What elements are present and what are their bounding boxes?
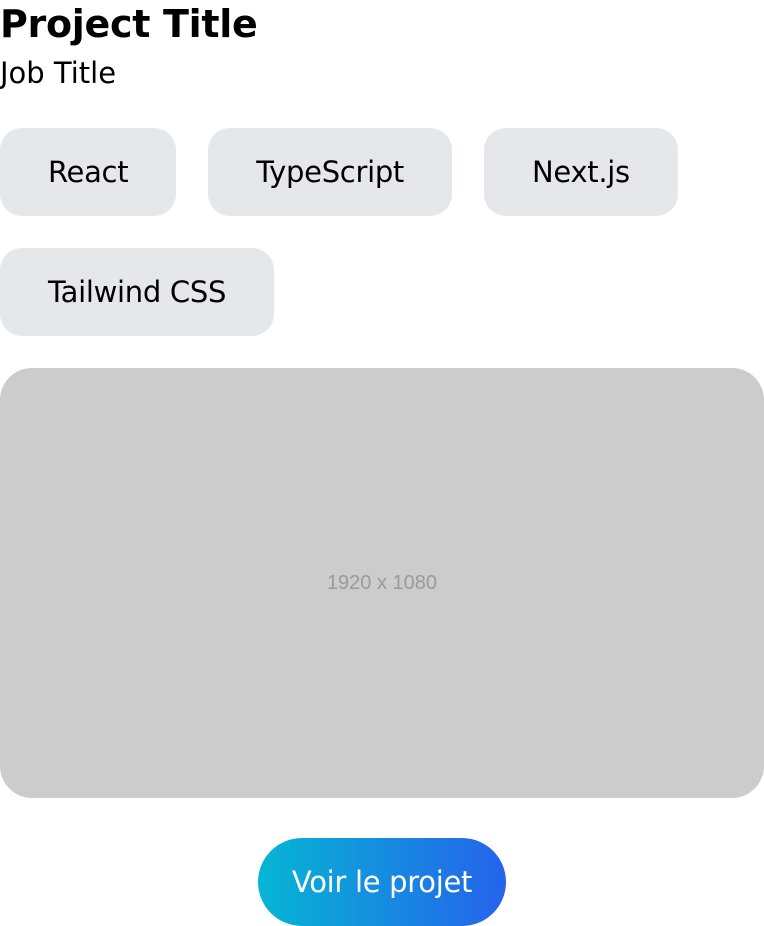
project-image-placeholder: 1920 x 1080: [0, 368, 764, 798]
tech-tag-react: React: [0, 128, 177, 216]
tech-tag-list: React TypeScript Next.js Tailwind CSS: [0, 128, 764, 336]
tech-tag-typescript: TypeScript: [208, 128, 453, 216]
job-title: Job Title: [0, 56, 117, 90]
view-project-button[interactable]: Voir le projet: [258, 838, 506, 926]
image-placeholder-label: 1920 x 1080: [326, 571, 438, 594]
project-title: Project Title: [0, 2, 258, 46]
tech-tag-nextjs: Next.js: [484, 128, 678, 216]
tech-tag-tailwind-css: Tailwind CSS: [0, 248, 275, 336]
